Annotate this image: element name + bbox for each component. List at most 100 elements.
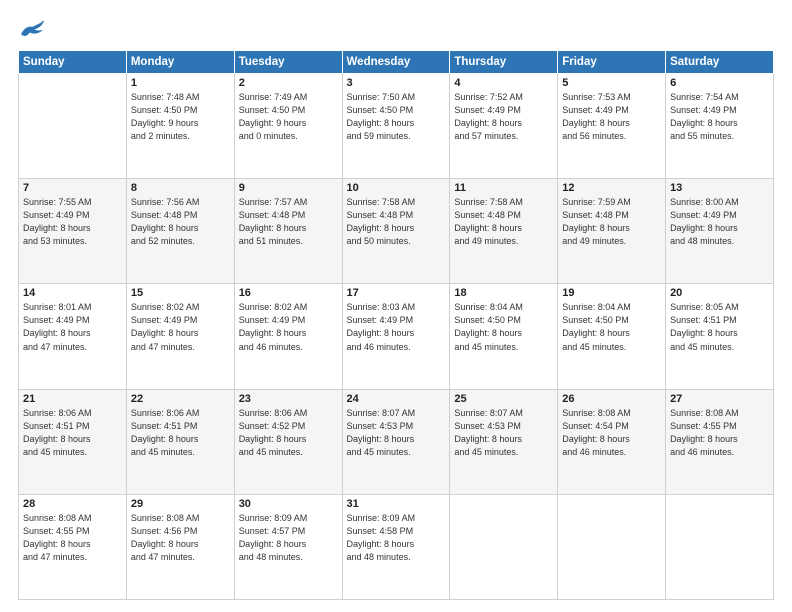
calendar-cell: 19 Sunrise: 8:04 AMSunset: 4:50 PMDayligh… [558,284,666,389]
calendar-table: SundayMondayTuesdayWednesdayThursdayFrid… [18,50,774,600]
day-info: Sunrise: 8:01 AMSunset: 4:49 PMDaylight:… [23,301,122,353]
day-info: Sunrise: 8:07 AMSunset: 4:53 PMDaylight:… [347,407,446,459]
calendar-cell: 1 Sunrise: 7:48 AMSunset: 4:50 PMDaylight… [126,74,234,179]
day-info: Sunrise: 7:53 AMSunset: 4:49 PMDaylight:… [562,91,661,143]
day-number: 11 [454,182,553,194]
calendar-cell: 10 Sunrise: 7:58 AMSunset: 4:48 PMDayligh… [342,179,450,284]
day-info: Sunrise: 7:54 AMSunset: 4:49 PMDaylight:… [670,91,769,143]
week-row-3: 14 Sunrise: 8:01 AMSunset: 4:49 PMDayligh… [19,284,774,389]
day-header-monday: Monday [126,51,234,74]
day-info: Sunrise: 7:48 AMSunset: 4:50 PMDaylight:… [131,91,230,143]
day-header-wednesday: Wednesday [342,51,450,74]
day-info: Sunrise: 8:04 AMSunset: 4:50 PMDaylight:… [454,301,553,353]
day-info: Sunrise: 7:56 AMSunset: 4:48 PMDaylight:… [131,196,230,248]
calendar-cell [666,494,774,599]
calendar-cell: 8 Sunrise: 7:56 AMSunset: 4:48 PMDaylight… [126,179,234,284]
day-info: Sunrise: 8:03 AMSunset: 4:49 PMDaylight:… [347,301,446,353]
calendar-cell: 11 Sunrise: 7:58 AMSunset: 4:48 PMDayligh… [450,179,558,284]
day-number: 4 [454,77,553,89]
day-info: Sunrise: 7:50 AMSunset: 4:50 PMDaylight:… [347,91,446,143]
page: SundayMondayTuesdayWednesdayThursdayFrid… [0,0,792,612]
calendar-cell: 20 Sunrise: 8:05 AMSunset: 4:51 PMDayligh… [666,284,774,389]
calendar-cell: 2 Sunrise: 7:49 AMSunset: 4:50 PMDaylight… [234,74,342,179]
day-info: Sunrise: 8:05 AMSunset: 4:51 PMDaylight:… [670,301,769,353]
day-info: Sunrise: 7:58 AMSunset: 4:48 PMDaylight:… [454,196,553,248]
calendar-cell: 7Sunrise: 7:55 AMSunset: 4:49 PMDaylight… [19,179,127,284]
logo-icon [18,18,46,40]
day-info: Sunrise: 7:59 AMSunset: 4:48 PMDaylight:… [562,196,661,248]
calendar-cell: 4 Sunrise: 7:52 AMSunset: 4:49 PMDaylight… [450,74,558,179]
calendar-cell: 30Sunrise: 8:09 AMSunset: 4:57 PMDayligh… [234,494,342,599]
day-number: 26 [562,393,661,405]
day-header-thursday: Thursday [450,51,558,74]
day-info: Sunrise: 7:57 AMSunset: 4:48 PMDaylight:… [239,196,338,248]
day-info: Sunrise: 8:09 AMSunset: 4:58 PMDaylight:… [347,512,446,564]
days-header-row: SundayMondayTuesdayWednesdayThursdayFrid… [19,51,774,74]
day-info: Sunrise: 8:09 AMSunset: 4:57 PMDaylight:… [239,512,338,564]
week-row-5: 28Sunrise: 8:08 AMSunset: 4:55 PMDayligh… [19,494,774,599]
day-number: 6 [670,77,769,89]
day-number: 3 [347,77,446,89]
day-info: Sunrise: 8:02 AMSunset: 4:49 PMDaylight:… [239,301,338,353]
day-number: 27 [670,393,769,405]
day-info: Sunrise: 8:04 AMSunset: 4:50 PMDaylight:… [562,301,661,353]
day-number: 20 [670,287,769,299]
day-number: 23 [239,393,338,405]
day-number: 31 [347,498,446,510]
calendar-cell: 9 Sunrise: 7:57 AMSunset: 4:48 PMDaylight… [234,179,342,284]
day-number: 25 [454,393,553,405]
day-header-saturday: Saturday [666,51,774,74]
day-number: 21 [23,393,122,405]
day-header-friday: Friday [558,51,666,74]
day-number: 17 [347,287,446,299]
day-info: Sunrise: 7:58 AMSunset: 4:48 PMDaylight:… [347,196,446,248]
day-number: 2 [239,77,338,89]
header [18,18,774,40]
day-info: Sunrise: 8:08 AMSunset: 4:56 PMDaylight:… [131,512,230,564]
calendar-cell: 27 Sunrise: 8:08 AMSunset: 4:55 PMDayligh… [666,389,774,494]
calendar-cell: 3 Sunrise: 7:50 AMSunset: 4:50 PMDaylight… [342,74,450,179]
day-info: Sunrise: 8:06 AMSunset: 4:51 PMDaylight:… [131,407,230,459]
day-info: Sunrise: 8:08 AMSunset: 4:55 PMDaylight:… [670,407,769,459]
day-number: 7 [23,182,122,194]
day-number: 14 [23,287,122,299]
week-row-4: 21 Sunrise: 8:06 AMSunset: 4:51 PMDayligh… [19,389,774,494]
day-number: 16 [239,287,338,299]
calendar-cell [558,494,666,599]
logo [18,18,50,40]
calendar-cell: 13Sunrise: 8:00 AMSunset: 4:49 PMDayligh… [666,179,774,284]
calendar-cell [450,494,558,599]
day-number: 29 [131,498,230,510]
day-info: Sunrise: 7:49 AMSunset: 4:50 PMDaylight:… [239,91,338,143]
day-number: 10 [347,182,446,194]
calendar-cell: 25Sunrise: 8:07 AMSunset: 4:53 PMDayligh… [450,389,558,494]
day-number: 9 [239,182,338,194]
calendar-cell: 29 Sunrise: 8:08 AMSunset: 4:56 PMDayligh… [126,494,234,599]
day-info: Sunrise: 8:02 AMSunset: 4:49 PMDaylight:… [131,301,230,353]
calendar-cell: 26Sunrise: 8:08 AMSunset: 4:54 PMDayligh… [558,389,666,494]
calendar-cell: 14 Sunrise: 8:01 AMSunset: 4:49 PMDayligh… [19,284,127,389]
calendar-cell: 17 Sunrise: 8:03 AMSunset: 4:49 PMDayligh… [342,284,450,389]
day-number: 8 [131,182,230,194]
day-info: Sunrise: 8:06 AMSunset: 4:52 PMDaylight:… [239,407,338,459]
calendar-cell: 21 Sunrise: 8:06 AMSunset: 4:51 PMDayligh… [19,389,127,494]
day-number: 22 [131,393,230,405]
day-number: 12 [562,182,661,194]
calendar-cell: 15 Sunrise: 8:02 AMSunset: 4:49 PMDayligh… [126,284,234,389]
day-header-sunday: Sunday [19,51,127,74]
calendar-cell: 31 Sunrise: 8:09 AMSunset: 4:58 PMDayligh… [342,494,450,599]
day-number: 19 [562,287,661,299]
calendar-cell: 28Sunrise: 8:08 AMSunset: 4:55 PMDayligh… [19,494,127,599]
day-number: 5 [562,77,661,89]
day-info: Sunrise: 8:06 AMSunset: 4:51 PMDaylight:… [23,407,122,459]
day-header-tuesday: Tuesday [234,51,342,74]
day-number: 1 [131,77,230,89]
day-info: Sunrise: 7:52 AMSunset: 4:49 PMDaylight:… [454,91,553,143]
calendar-cell: 18Sunrise: 8:04 AMSunset: 4:50 PMDayligh… [450,284,558,389]
calendar-cell: 23 Sunrise: 8:06 AMSunset: 4:52 PMDayligh… [234,389,342,494]
calendar-cell: 16 Sunrise: 8:02 AMSunset: 4:49 PMDayligh… [234,284,342,389]
day-info: Sunrise: 8:08 AMSunset: 4:55 PMDaylight:… [23,512,122,564]
day-number: 15 [131,287,230,299]
week-row-2: 7Sunrise: 7:55 AMSunset: 4:49 PMDaylight… [19,179,774,284]
day-number: 13 [670,182,769,194]
